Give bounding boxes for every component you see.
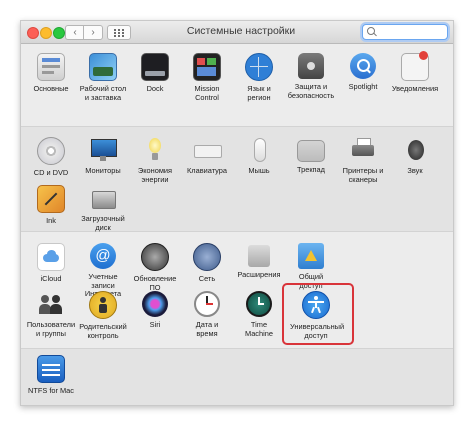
pref-language-region[interactable]: Язык и регион xyxy=(233,53,285,102)
displays-icon xyxy=(90,137,117,163)
pref-spotlight[interactable]: Spotlight xyxy=(337,53,389,92)
pref-label: Time Machine xyxy=(245,320,273,338)
pref-users-groups[interactable]: Пользователи и группы xyxy=(25,291,77,338)
mission-control-icon xyxy=(193,53,221,81)
siri-icon xyxy=(142,291,168,317)
pref-mission-control[interactable]: Mission Control xyxy=(181,53,233,102)
search-icon xyxy=(367,27,375,35)
pref-label: Обновление ПО xyxy=(133,274,177,292)
pref-label: Принтеры и сканеры xyxy=(342,166,384,184)
ntfs-icon xyxy=(37,355,65,383)
users-groups-icon xyxy=(38,291,64,317)
pref-label: Мониторы xyxy=(85,166,121,175)
extensions-icon xyxy=(248,245,270,267)
pref-startup-disk[interactable]: Загрузочный диск xyxy=(77,185,129,232)
internet-accounts-icon: @ xyxy=(90,243,116,269)
notifications-icon xyxy=(401,51,429,81)
sound-icon xyxy=(402,137,428,163)
pref-date-time[interactable]: Дата и время xyxy=(181,291,233,338)
section-other xyxy=(21,349,453,405)
spotlight-icon xyxy=(350,53,376,79)
pref-displays[interactable]: Мониторы xyxy=(77,137,129,176)
pref-label: Экономия энергии xyxy=(137,166,173,184)
pref-general[interactable]: Основные xyxy=(25,53,77,94)
ink-icon xyxy=(37,185,65,213)
pref-label: Родительский контроль xyxy=(79,322,127,340)
title-bar: ‹ › Системные настройки xyxy=(21,21,453,44)
date-time-icon xyxy=(194,291,220,317)
pref-time-machine[interactable]: Time Machine xyxy=(233,291,285,338)
pref-notifications[interactable]: Уведомления xyxy=(389,51,441,94)
pref-label: Защита и безопасность xyxy=(287,82,335,100)
pref-label: Клавиатура xyxy=(186,166,228,175)
pref-parental-controls[interactable]: Родительский контроль xyxy=(77,291,129,340)
pref-label: Трекпад xyxy=(297,165,325,174)
minimize-button[interactable] xyxy=(40,27,52,39)
pref-label: Основные xyxy=(33,84,69,93)
pref-label: Dock xyxy=(146,84,164,93)
pref-ntfs-for-mac[interactable]: NTFS for Mac xyxy=(25,355,77,396)
pref-dock[interactable]: Dock xyxy=(129,53,181,94)
mouse-icon xyxy=(246,137,272,163)
search-input[interactable] xyxy=(362,24,448,40)
pref-mouse[interactable]: Мышь xyxy=(233,137,285,176)
pref-network[interactable]: Сеть xyxy=(181,243,233,284)
close-button[interactable] xyxy=(27,27,39,39)
pref-label: Язык и регион xyxy=(247,84,271,102)
trackpad-icon xyxy=(297,140,325,162)
pref-desktop-screensaver[interactable]: Рабочий стол и заставка xyxy=(77,53,129,102)
zoom-button[interactable] xyxy=(53,27,65,39)
time-machine-icon xyxy=(246,291,272,317)
sharing-icon xyxy=(298,243,324,269)
cd-dvd-icon xyxy=(37,137,65,165)
printers-icon xyxy=(350,137,376,163)
pref-energy-saver[interactable]: Экономия энергии xyxy=(129,137,181,184)
general-icon xyxy=(37,53,65,81)
system-preferences-window: ‹ › Системные настройки Основные Рабочий… xyxy=(20,20,454,406)
desktop-screensaver-icon xyxy=(89,53,117,81)
show-all-grid-button[interactable] xyxy=(107,25,131,40)
pref-label: Дата и время xyxy=(195,320,219,338)
dock-icon xyxy=(141,53,169,81)
network-icon xyxy=(193,243,221,271)
pref-security[interactable]: Защита и безопасность xyxy=(285,53,337,100)
pref-icloud[interactable]: iCloud xyxy=(25,243,77,284)
pref-label: Расширения xyxy=(237,270,281,279)
back-button[interactable]: ‹ xyxy=(65,25,85,40)
pref-label: NTFS for Mac xyxy=(28,386,74,395)
parental-controls-icon xyxy=(89,291,117,319)
pref-label: Звук xyxy=(407,166,423,175)
security-icon xyxy=(298,53,324,79)
icloud-icon xyxy=(37,243,65,271)
pref-label: CD и DVD xyxy=(33,168,69,177)
pref-cd-dvd[interactable]: CD и DVD xyxy=(25,137,77,178)
pref-label: iCloud xyxy=(40,274,62,283)
pref-label: Spotlight xyxy=(348,82,378,91)
energy-saver-icon xyxy=(142,137,168,163)
pref-sound[interactable]: Звук xyxy=(389,137,441,176)
startup-disk-icon xyxy=(90,185,116,211)
pref-label: Мышь xyxy=(248,166,270,175)
pref-label: Mission Control xyxy=(194,84,220,102)
pref-ink[interactable]: Ink xyxy=(25,185,77,226)
pref-software-update[interactable]: Обновление ПО xyxy=(129,243,181,292)
software-update-icon xyxy=(141,243,169,271)
accessibility-highlight-frame xyxy=(282,283,354,345)
language-region-icon xyxy=(245,53,273,81)
forward-button[interactable]: › xyxy=(83,25,103,40)
pref-label: Ink xyxy=(46,216,56,225)
window-title: Системные настройки xyxy=(186,25,296,37)
pref-keyboard[interactable]: Клавиатура xyxy=(181,137,233,176)
pref-label: Пользователи и группы xyxy=(26,320,76,338)
pref-extensions[interactable]: Расширения xyxy=(233,243,285,280)
pref-siri[interactable]: Siri xyxy=(129,291,181,330)
pref-label: Siri xyxy=(149,320,161,329)
pref-label: Рабочий стол и заставка xyxy=(79,84,127,102)
pref-trackpad[interactable]: Трекпад xyxy=(285,137,337,175)
pref-label: Сеть xyxy=(198,274,216,283)
keyboard-icon xyxy=(194,137,222,163)
pref-label: Загрузочный диск xyxy=(81,214,125,232)
pref-label: Уведомления xyxy=(391,84,439,93)
pref-printers[interactable]: Принтеры и сканеры xyxy=(337,137,389,184)
